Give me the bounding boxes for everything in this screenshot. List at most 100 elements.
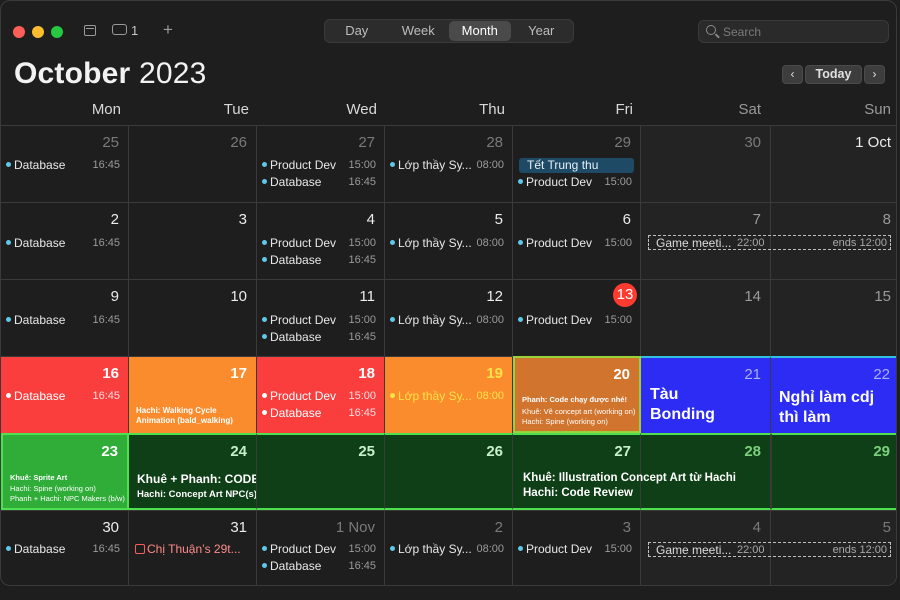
close-window-button[interactable] bbox=[13, 26, 25, 38]
today-button[interactable]: Today bbox=[805, 65, 862, 84]
day-cell[interactable]: 6 Product Dev 15:00 bbox=[513, 202, 641, 279]
day-cell[interactable]: 3 bbox=[129, 202, 257, 279]
note-line: Khuê: Illustration Concept Art từ Hachi bbox=[523, 472, 736, 484]
event[interactable]: Product Dev 15:00 bbox=[517, 542, 636, 557]
day-cell[interactable]: 17 Hachi: Walking Cycle Animation (bald_… bbox=[129, 356, 257, 433]
day-cell[interactable]: 15 bbox=[771, 279, 896, 356]
day-cell[interactable]: 26 bbox=[385, 433, 513, 510]
event[interactable]: Lớp thầy Sy... 08:00 bbox=[389, 389, 508, 404]
event[interactable]: Database 16:45 bbox=[261, 330, 380, 345]
inbox-icon[interactable] bbox=[112, 24, 127, 35]
event[interactable]: Product Dev 15:00 bbox=[261, 236, 380, 251]
event-dot bbox=[262, 179, 267, 184]
event[interactable]: Lớp thầy Sy... 08:00 bbox=[389, 158, 508, 173]
day-cell[interactable]: 28 Lớp thầy Sy... 08:00 bbox=[385, 125, 513, 202]
event[interactable]: Product Dev 15:00 bbox=[261, 389, 380, 404]
day-cell[interactable]: 31 Chị Thuận’s 29t... bbox=[129, 510, 257, 585]
event-dot bbox=[262, 240, 267, 245]
day-cell[interactable]: 2 Lớp thầy Sy... 08:00 bbox=[385, 510, 513, 585]
day-cell[interactable]: 1 Oct bbox=[771, 125, 896, 202]
day-cell[interactable]: 16 Database 16:45 bbox=[1, 356, 129, 433]
event[interactable]: Database 16:45 bbox=[5, 389, 124, 404]
view-day-button[interactable]: Day bbox=[326, 21, 388, 41]
note-line: Khuê: Vẽ concept art (working on) bbox=[522, 407, 636, 416]
event[interactable]: Product Dev 15:00 bbox=[517, 236, 636, 251]
day-cell[interactable]: 2 Database 16:45 bbox=[1, 202, 129, 279]
day-cell[interactable]: 14 bbox=[641, 279, 771, 356]
day-cell[interactable]: 19 Lớp thầy Sy... 08:00 bbox=[385, 356, 513, 433]
event[interactable]: Product Dev 15:00 bbox=[261, 542, 380, 557]
day-number: 26 bbox=[486, 443, 503, 460]
multi-day-event[interactable]: Game meeti... 22:00 ends 12:00 bbox=[648, 235, 891, 250]
event-title: Database bbox=[14, 389, 66, 403]
event[interactable]: Database 16:45 bbox=[5, 236, 124, 251]
day-number: 28 bbox=[744, 443, 761, 460]
previous-month-button[interactable]: ‹ bbox=[782, 65, 803, 84]
event-title: Database bbox=[14, 313, 66, 327]
event-title: Database bbox=[270, 175, 322, 189]
event[interactable]: Product Dev 15:00 bbox=[517, 175, 636, 190]
day-cell[interactable]: 5 Lớp thầy Sy... 08:00 bbox=[385, 202, 513, 279]
day-cell[interactable]: 18 Product Dev 15:00 Database 16:45 bbox=[257, 356, 385, 433]
day-cell[interactable]: 25 bbox=[257, 433, 385, 510]
event-time: 15:00 bbox=[604, 237, 632, 249]
all-day-event[interactable]: Tết Trung thu bbox=[519, 158, 634, 173]
note-line: Khuê + Phanh: CODE bbox=[137, 472, 257, 486]
day-cell[interactable]: 29 Tết Trung thu Product Dev 15:00 bbox=[513, 125, 641, 202]
view-week-button[interactable]: Week bbox=[388, 21, 450, 41]
event[interactable]: Database 16:45 bbox=[5, 158, 124, 173]
day-cell[interactable]: 22 Nghỉ làm cdj thì làm bbox=[771, 356, 896, 433]
weekday-fri: Fri bbox=[615, 101, 634, 118]
view-month-button[interactable]: Month bbox=[449, 21, 511, 41]
day-cell[interactable]: 9 Database 16:45 bbox=[1, 279, 129, 356]
day-cell[interactable]: 25 Database 16:45 bbox=[1, 125, 129, 202]
calendar-list-icon[interactable] bbox=[84, 25, 96, 36]
day-cell[interactable]: 3 Product Dev 15:00 bbox=[513, 510, 641, 585]
day-cell[interactable]: 21 Tàu Bonding bbox=[641, 356, 771, 433]
day-cell[interactable]: 4 Product Dev 15:00 Database 16:45 bbox=[257, 202, 385, 279]
event[interactable]: Lớp thầy Sy... 08:00 bbox=[389, 542, 508, 557]
day-cell[interactable]: 10 bbox=[129, 279, 257, 356]
multi-day-event[interactable]: Game meeti... 22:00 ends 12:00 bbox=[648, 542, 891, 557]
day-cell[interactable]: 1 Nov Product Dev 15:00 Database 16:45 bbox=[257, 510, 385, 585]
event[interactable]: Database 16:45 bbox=[261, 175, 380, 190]
day-cell[interactable]: 26 bbox=[129, 125, 257, 202]
event-time: 16:45 bbox=[348, 407, 376, 419]
event[interactable]: Lớp thầy Sy... 08:00 bbox=[389, 236, 508, 251]
add-event-icon[interactable]: + bbox=[163, 20, 173, 40]
search-input[interactable] bbox=[723, 23, 883, 41]
day-cell[interactable]: 30 bbox=[641, 125, 771, 202]
day-cell-today[interactable]: 13 Product Dev 15:00 bbox=[513, 279, 641, 356]
day-cell[interactable]: 24 Khuê + Phanh: CODE Hachi: Concept Art… bbox=[129, 433, 257, 510]
view-year-button[interactable]: Year bbox=[511, 21, 573, 41]
next-month-button[interactable]: › bbox=[864, 65, 885, 84]
day-cell[interactable]: 11 Product Dev 15:00 Database 16:45 bbox=[257, 279, 385, 356]
day-cell-selected[interactable]: 20 Phanh: Code chạy được nhé! Khuê: Vẽ c… bbox=[513, 356, 641, 433]
day-cell[interactable]: 23 Khuê: Sprite Art Hachi: Spine (workin… bbox=[1, 433, 129, 510]
event[interactable]: Database 16:45 bbox=[5, 313, 124, 328]
day-cell[interactable]: 12 Lớp thầy Sy... 08:00 bbox=[385, 279, 513, 356]
maximize-window-button[interactable] bbox=[51, 26, 63, 38]
event-dot bbox=[6, 162, 11, 167]
day-number: 12 bbox=[486, 288, 503, 305]
day-cell[interactable]: 30 Database 16:45 bbox=[1, 510, 129, 585]
event[interactable]: Product Dev 15:00 bbox=[261, 158, 380, 173]
event-dot bbox=[390, 546, 395, 551]
event[interactable]: Database 16:45 bbox=[5, 542, 124, 557]
event[interactable]: Database 16:45 bbox=[261, 406, 380, 421]
event[interactable]: Lớp thầy Sy... 08:00 bbox=[389, 313, 508, 328]
event-title: Game meeti... bbox=[656, 543, 732, 557]
day-cell[interactable]: 27 Product Dev 15:00 Database 16:45 bbox=[257, 125, 385, 202]
event[interactable]: Product Dev 15:00 bbox=[261, 313, 380, 328]
event-dot bbox=[518, 546, 523, 551]
minimize-window-button[interactable] bbox=[32, 26, 44, 38]
event[interactable]: Product Dev 15:00 bbox=[517, 313, 636, 328]
event-title: Database bbox=[270, 559, 322, 573]
day-number: 6 bbox=[622, 211, 631, 228]
event[interactable]: Database 16:45 bbox=[261, 253, 380, 268]
event[interactable]: Database 16:45 bbox=[261, 559, 380, 574]
day-cell[interactable]: 29 bbox=[771, 433, 896, 510]
day-number: 27 bbox=[614, 443, 631, 460]
event-dot bbox=[262, 317, 267, 322]
birthday-event[interactable]: Chị Thuận’s 29t... bbox=[135, 542, 252, 557]
